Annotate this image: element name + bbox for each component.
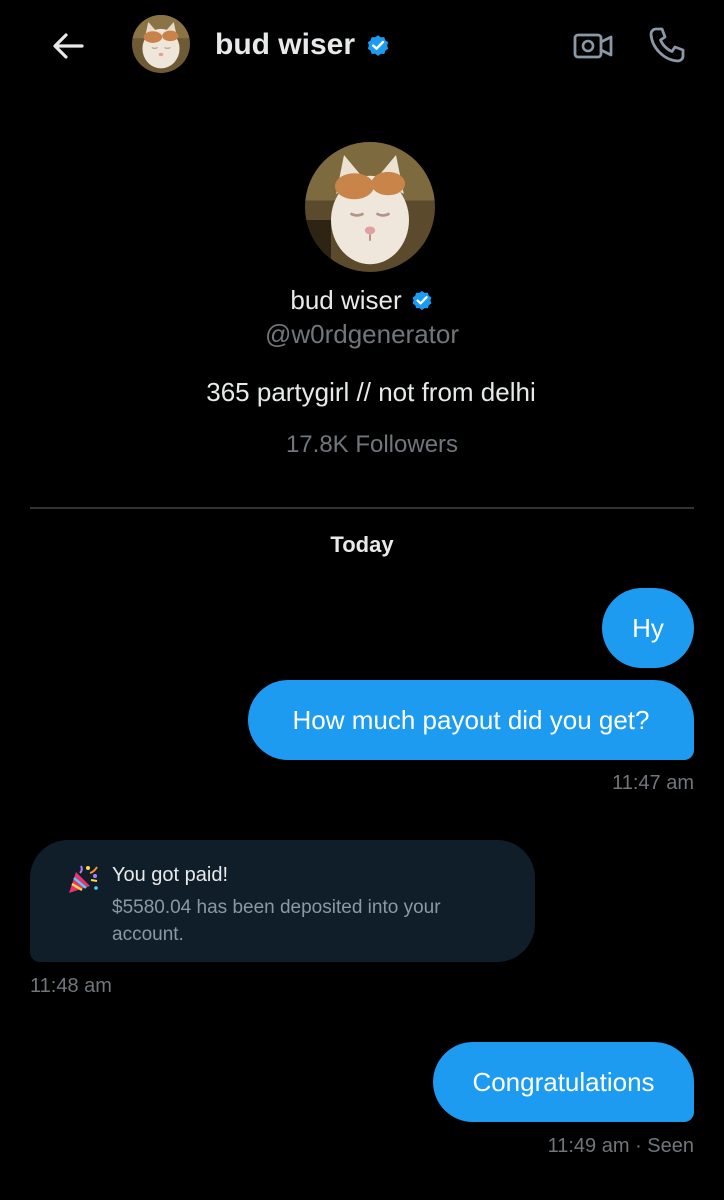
profile-avatar[interactable] (305, 142, 435, 272)
video-call-icon (573, 33, 613, 59)
message-bubble-outgoing[interactable]: Hy (602, 588, 694, 668)
payment-title: You got paid! (112, 864, 229, 886)
back-button[interactable] (46, 24, 90, 68)
payment-notification-card[interactable]: You got paid! $5580.04 has been deposite… (30, 840, 535, 962)
header-title[interactable]: bud wiser (215, 25, 391, 65)
verified-badge-icon (412, 291, 432, 310)
profile-bio: 365 partygirl // not from delhi (206, 377, 536, 407)
divider (30, 507, 694, 509)
message-timestamp: 11:47 am (612, 772, 694, 794)
verified-badge-icon (367, 35, 389, 56)
party-popper-icon (69, 865, 98, 893)
profile-handle[interactable]: @w0rdgenerator (0, 316, 724, 352)
message-bubble-outgoing[interactable]: Congratulations (433, 1042, 694, 1122)
cat-avatar-image (132, 15, 190, 73)
arrow-left-icon (53, 33, 84, 59)
message-timestamp: 11:48 am (30, 975, 112, 997)
message-timestamp-seen: 11:49 am · Seen (547, 1135, 694, 1157)
header-name-text: bud wiser (215, 28, 356, 61)
message-bubble-outgoing[interactable]: How much payout did you get? (248, 680, 694, 760)
profile-name[interactable]: bud wiser (0, 282, 724, 318)
header-avatar[interactable] (132, 15, 190, 73)
conversation-header: bud wiser (0, 0, 724, 92)
video-call-button[interactable] (570, 26, 616, 66)
payment-body: $5580.04 has been deposited into your ac… (112, 897, 441, 945)
profile-name-text: bud wiser (290, 285, 402, 315)
date-separator: Today (330, 532, 394, 557)
cat-avatar-image (305, 142, 435, 272)
phone-call-icon (649, 27, 685, 63)
profile-followers[interactable]: 17.8K Followers (0, 428, 724, 462)
phone-call-button[interactable] (644, 22, 690, 68)
